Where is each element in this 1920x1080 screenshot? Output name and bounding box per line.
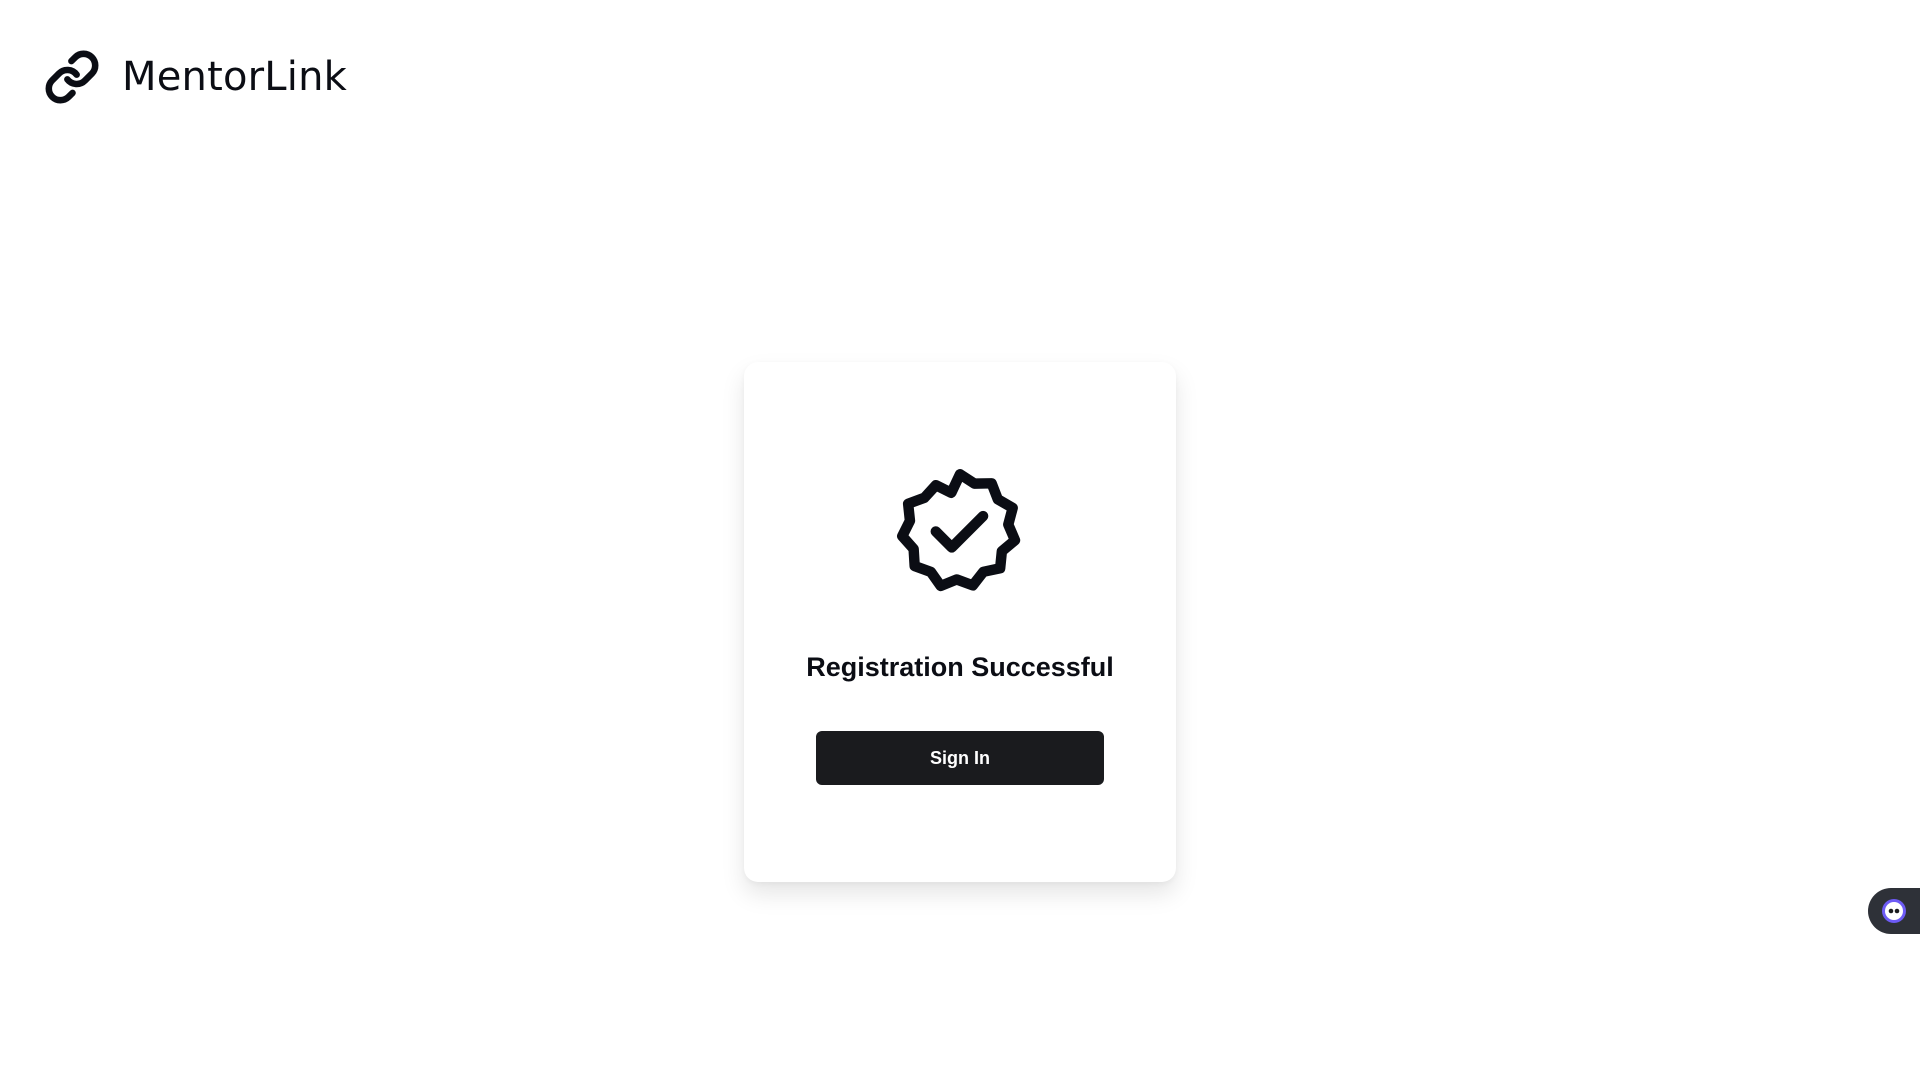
verified-badge-check-icon — [897, 469, 1021, 592]
link-chain-icon — [45, 50, 99, 104]
registration-success-card: Registration Successful Sign In — [744, 362, 1176, 882]
sign-in-button[interactable]: Sign In — [816, 731, 1104, 785]
chat-assistant-icon — [1882, 899, 1906, 923]
app-header: MentorLink — [44, 49, 347, 105]
chat-widget-button[interactable] — [1868, 888, 1920, 934]
registration-success-title: Registration Successful — [806, 652, 1114, 682]
app-name[interactable]: MentorLink — [122, 57, 347, 97]
